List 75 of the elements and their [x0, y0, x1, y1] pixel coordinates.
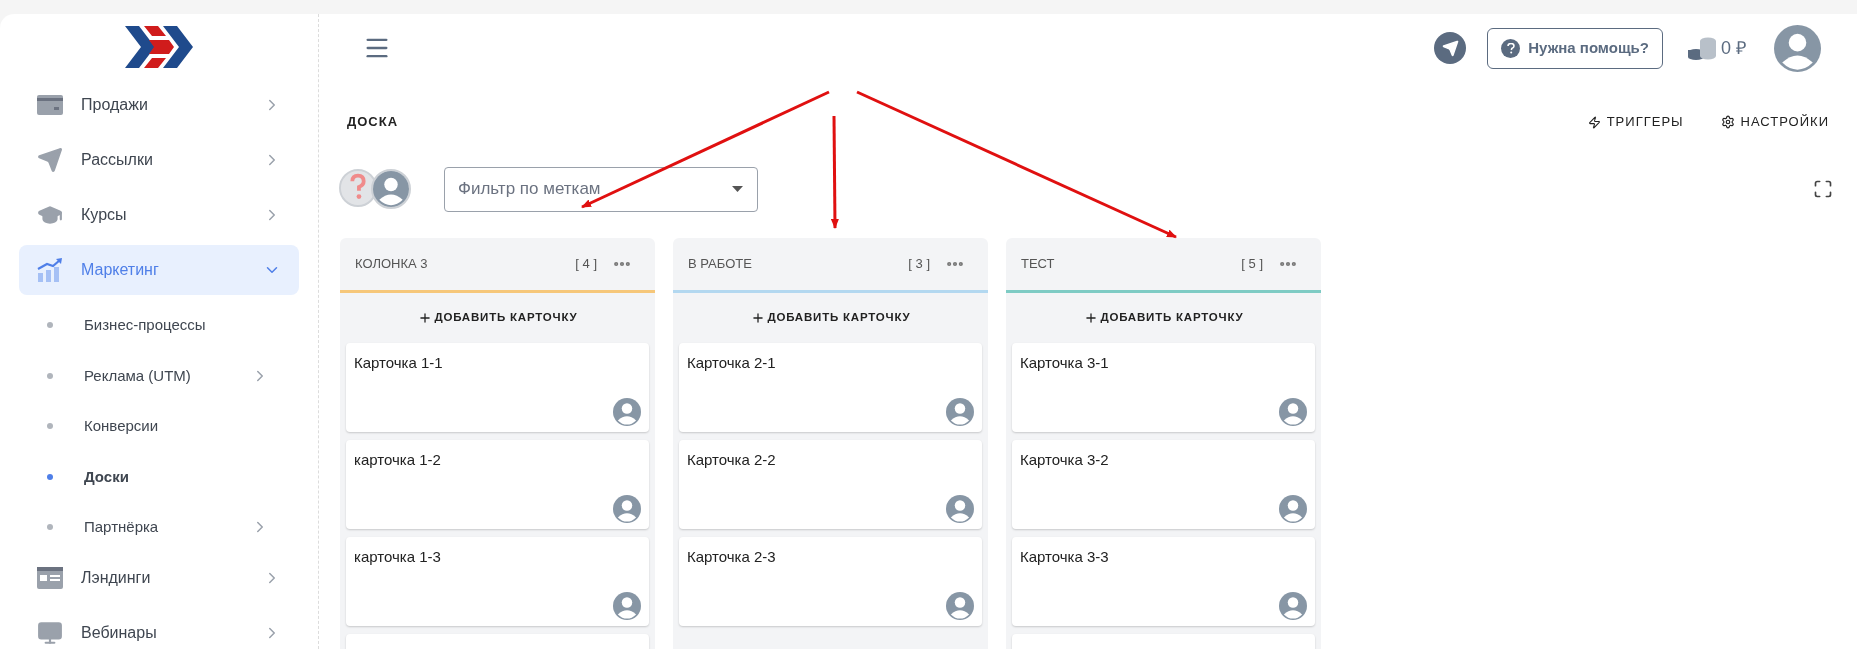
kanban-card[interactable]: Карточка 1-1 [346, 343, 649, 432]
settings-button[interactable]: НАСТРОЙКИ [1720, 112, 1829, 132]
add-card-button[interactable]: ДОБАВИТЬ КАРТОЧКУ [340, 293, 655, 343]
card-title: Карточка 3-1 [1020, 353, 1110, 373]
submenu-item[interactable]: Бизнес-процессы [19, 300, 299, 351]
card-count: [ 4 ] [575, 255, 597, 274]
avatar-icon [613, 592, 641, 620]
sidebar-item[interactable]: Продажи [19, 80, 299, 130]
kanban-card[interactable]: Карточка 2-3 [679, 537, 982, 626]
wallet-icon [37, 94, 63, 116]
kanban-card[interactable]: Карточка 2-1 [679, 343, 982, 432]
paper-plane-icon [37, 147, 63, 173]
card-title: Карточка 2-3 [687, 547, 777, 567]
add-card-button[interactable]: ДОБАВИТЬ КАРТОЧКУ [1006, 293, 1321, 343]
sidebar-item[interactable]: Курсы [19, 190, 299, 240]
avatar-icon [373, 171, 409, 207]
chart-icon [37, 258, 63, 282]
kanban-card[interactable]: Карточка 3-2 [1012, 440, 1315, 529]
avatar-icon [946, 495, 974, 523]
avatar-icon [946, 398, 974, 426]
bullet-icon [47, 322, 53, 329]
column-title: ТЕСТ [1021, 255, 1056, 274]
kanban-card[interactable]: Карточка 3-3 [1012, 537, 1315, 626]
bullet-icon [47, 473, 53, 480]
bullet-icon [47, 372, 53, 379]
card-title: карточка 1-2 [354, 450, 442, 470]
balance-amount: 0 ₽ [1721, 36, 1746, 60]
kanban-card[interactable]: Карточка 3-1 [1012, 343, 1315, 432]
avatar-icon [946, 592, 974, 620]
avatar-icon [1279, 398, 1307, 426]
column-title: КОЛОНКА 3 [355, 255, 429, 274]
avatar-icon [613, 495, 641, 523]
sidebar-item[interactable]: Рассылки [19, 135, 299, 185]
logo-icon[interactable] [125, 26, 193, 68]
settings-icon [1720, 115, 1735, 129]
user-avatar-icon [1774, 24, 1821, 72]
add-card-button[interactable]: ДОБАВИТЬ КАРТОЧКУ [673, 293, 988, 343]
kanban-card[interactable]: карточка 1-3 [346, 537, 649, 626]
plus-icon [750, 311, 765, 325]
avatar-icon [613, 398, 641, 426]
card-title: Карточка 1-1 [354, 353, 444, 373]
tag-filter-dropdown[interactable]: Фильтр по меткам [444, 166, 758, 212]
filter-input[interactable]: Фильтр по меткам [458, 176, 732, 202]
bullet-icon [47, 524, 53, 531]
card-count: [ 5 ] [1241, 255, 1263, 274]
card-title: Карточка 2-1 [687, 353, 777, 373]
card-title: Карточка 2-2 [687, 450, 777, 470]
avatar-icon [1279, 495, 1307, 523]
card-count: [ 3 ] [908, 255, 930, 274]
plus-icon [1083, 311, 1098, 325]
card-title: Карточка 3-3 [1020, 547, 1110, 567]
submenu-item[interactable]: Реклама (UTM) [19, 350, 299, 401]
avatar-icon [1279, 592, 1307, 620]
sidebar-item[interactable]: Лэндинги [19, 552, 299, 603]
card-title: Карточка 3-2 [1020, 450, 1110, 470]
submenu-item[interactable]: Доски [19, 451, 299, 502]
card-title: карточка 1-3 [354, 547, 442, 567]
question-icon [1501, 38, 1521, 58]
plus-icon [417, 311, 432, 325]
lightning-icon [1587, 115, 1601, 129]
browser-window-icon [37, 566, 63, 589]
dropdown-caret-icon [732, 186, 743, 192]
kanban-card[interactable]: карточка 1-2 [346, 440, 649, 529]
column-title: В РАБОТЕ [688, 255, 753, 274]
kanban-card[interactable]: Карточка 2-2 [679, 440, 982, 529]
fullscreen-icon[interactable] [1813, 179, 1833, 199]
triggers-button[interactable]: ТРИГГЕРЫ [1587, 112, 1684, 132]
coins-icon [1688, 36, 1717, 60]
page-title: ДОСКА [347, 113, 400, 132]
help-button[interactable]: Нужна помощь? [1487, 27, 1663, 69]
bullet-icon [47, 423, 53, 430]
submenu-item[interactable]: Конверсии [19, 401, 299, 452]
telegram-icon[interactable] [1434, 32, 1467, 64]
sidebar-item[interactable]: Вебинары [19, 607, 299, 649]
submenu-item[interactable]: Партнёрка [19, 502, 299, 553]
